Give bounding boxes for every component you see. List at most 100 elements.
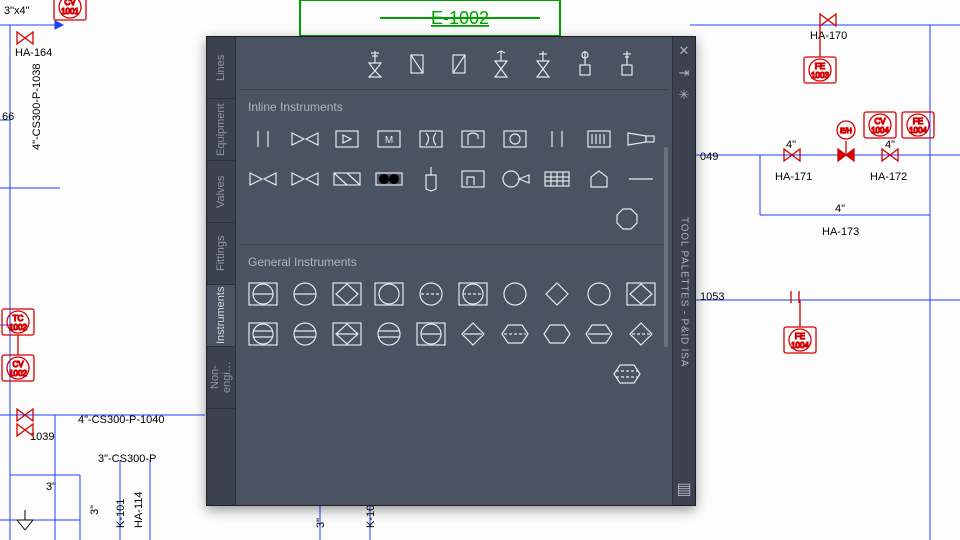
symbol-flow-arrow[interactable] xyxy=(330,124,364,154)
symbol-actuator-7[interactable] xyxy=(610,49,644,79)
autohide-icon[interactable]: ⇥ xyxy=(676,65,692,81)
symbol-gi-3[interactable] xyxy=(330,279,364,309)
symbol-gi-10[interactable] xyxy=(624,279,658,309)
size-label: 4" xyxy=(786,139,796,151)
symbol-motor[interactable]: M xyxy=(372,124,406,154)
tab-equipment[interactable]: Equipment xyxy=(207,99,235,161)
line-tag: HA-173 xyxy=(822,226,859,238)
symbol-probe[interactable] xyxy=(414,164,448,194)
tool-palette-window[interactable]: Lines Equipment Valves Fittings Instrume… xyxy=(206,36,696,506)
svg-text:CV: CV xyxy=(874,117,886,126)
equip-tag: K-101 xyxy=(115,499,127,528)
symbol-row-top xyxy=(246,49,662,79)
svg-text:1002: 1002 xyxy=(9,369,27,378)
symbol-lens[interactable] xyxy=(372,164,406,194)
symbol-actuator-2[interactable] xyxy=(400,49,434,79)
palette-tab-strip: Lines Equipment Valves Fittings Instrume… xyxy=(207,37,236,505)
size-label: 4" xyxy=(835,203,845,215)
line-tag: HA-172 xyxy=(870,171,907,183)
symbol-gi-11[interactable] xyxy=(246,319,280,349)
symbol-coriolis[interactable] xyxy=(582,124,616,154)
line-spec: 4"-CS300-P-1040 xyxy=(78,414,164,426)
svg-text:E/H: E/H xyxy=(840,128,852,135)
symbol-gi-18[interactable] xyxy=(540,319,574,349)
symbol-target[interactable] xyxy=(456,124,490,154)
symbol-gi-9[interactable] xyxy=(582,279,616,309)
symbol-actuator-3[interactable] xyxy=(442,49,476,79)
svg-text:CV: CV xyxy=(64,0,76,7)
symbol-gi-16[interactable] xyxy=(456,319,490,349)
line-num: 66 xyxy=(2,111,14,123)
symbol-octagon[interactable] xyxy=(610,204,644,234)
symbol-butterfly[interactable] xyxy=(288,124,322,154)
general-row-1 xyxy=(246,279,662,309)
symbol-actuator-4[interactable] xyxy=(484,49,518,79)
symbol-grid[interactable] xyxy=(540,164,574,194)
close-icon[interactable]: ✕ xyxy=(676,43,692,59)
symbol-orifice[interactable] xyxy=(246,124,280,154)
symbol-house[interactable] xyxy=(582,164,616,194)
tab-lines[interactable]: Lines xyxy=(207,37,235,99)
palette-title: TOOL PALETTES - P&ID ISA xyxy=(679,217,690,367)
svg-text:FE: FE xyxy=(795,332,805,341)
symbol-bowtie-1[interactable] xyxy=(246,164,280,194)
section-title-general: General Instruments xyxy=(248,255,662,269)
svg-text:1004: 1004 xyxy=(871,126,889,135)
svg-text:1001: 1001 xyxy=(61,7,79,16)
symbol-actuator-6[interactable] xyxy=(568,49,602,79)
svg-text:CV: CV xyxy=(12,360,24,369)
symbol-gi-21[interactable] xyxy=(610,359,644,389)
symbol-gi-19[interactable] xyxy=(582,319,616,349)
symbol-gi-20[interactable] xyxy=(624,319,658,349)
svg-text:FE: FE xyxy=(815,62,825,71)
symbol-gi-1[interactable] xyxy=(246,279,280,309)
symbol-gi-14[interactable] xyxy=(372,319,406,349)
symbol-pitot[interactable] xyxy=(456,164,490,194)
line-tag: HA-114 xyxy=(133,492,145,528)
line-tag: HA-171 xyxy=(775,171,812,183)
symbol-gi-6[interactable] xyxy=(456,279,490,309)
svg-text:1004: 1004 xyxy=(791,341,809,350)
line-spec: 3"-CS300-P xyxy=(98,453,156,465)
symbol-gi-4[interactable] xyxy=(372,279,406,309)
symbol-gi-7[interactable] xyxy=(498,279,532,309)
symbol-plate[interactable] xyxy=(540,124,574,154)
properties-icon[interactable]: ▤ xyxy=(676,481,692,497)
line-spec: 4"-CS300-P-1038 xyxy=(31,64,43,150)
symbol-gi-17[interactable] xyxy=(498,319,532,349)
symbol-gi-13[interactable] xyxy=(330,319,364,349)
scrollbar-thumb[interactable] xyxy=(664,147,668,347)
symbol-turbine[interactable] xyxy=(498,124,532,154)
svg-text:M: M xyxy=(385,135,393,146)
palette-titlebar[interactable]: ✕ ⇥ ✳ TOOL PALETTES - P&ID ISA ▤ xyxy=(672,37,695,505)
symbol-bowtie-2[interactable] xyxy=(288,164,322,194)
symbol-cone[interactable] xyxy=(624,124,658,154)
symbol-venturi[interactable] xyxy=(414,124,448,154)
tab-fittings[interactable]: Fittings xyxy=(207,223,235,285)
symbol-magnetic[interactable] xyxy=(498,164,532,194)
size-label: 3"x4" xyxy=(4,5,30,17)
general-row-2 xyxy=(246,319,662,349)
symbol-gi-8[interactable] xyxy=(540,279,574,309)
options-icon[interactable]: ✳ xyxy=(676,87,692,103)
inline-row-3 xyxy=(246,204,662,234)
line-tag: HA-164 xyxy=(15,47,52,59)
symbol-line[interactable] xyxy=(624,164,658,194)
symbol-gi-2[interactable] xyxy=(288,279,322,309)
symbol-actuator-5[interactable] xyxy=(526,49,560,79)
symbol-gi-15[interactable] xyxy=(414,319,448,349)
symbol-gi-12[interactable] xyxy=(288,319,322,349)
symbol-gi-5[interactable] xyxy=(414,279,448,309)
svg-text:1002: 1002 xyxy=(9,323,27,332)
tab-valves[interactable]: Valves xyxy=(207,161,235,223)
symbol-bowtie-3[interactable] xyxy=(330,164,364,194)
section-title-inline: Inline Instruments xyxy=(248,100,662,114)
tab-nonengineering[interactable]: Non-engi… xyxy=(207,347,235,409)
line-num: 049 xyxy=(700,151,718,163)
symbol-actuator-1[interactable] xyxy=(358,49,392,79)
tab-instruments[interactable]: Instruments xyxy=(207,285,235,347)
size-label: 3" xyxy=(46,481,56,493)
line-num: 1053 xyxy=(700,291,724,303)
line-num: 1039 xyxy=(30,431,54,443)
equipment-tag: E-1002 xyxy=(431,8,489,28)
